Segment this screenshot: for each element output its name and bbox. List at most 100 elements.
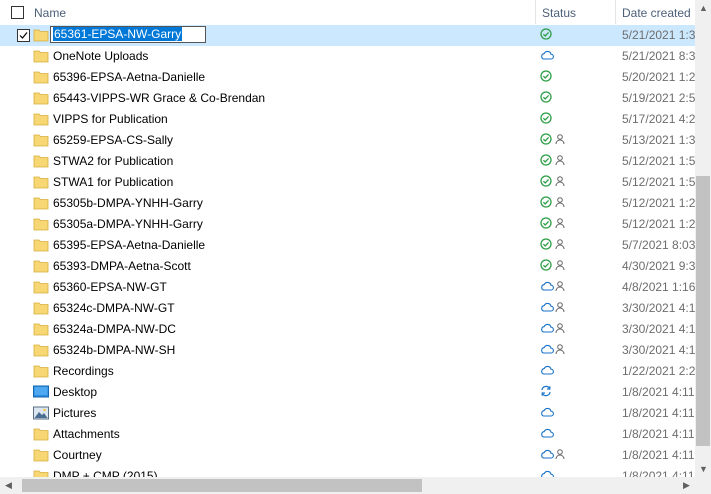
date-created: 5/12/2021 1:22 — [622, 196, 695, 210]
file-name: STWA1 for Publication — [53, 175, 174, 189]
shared-person-icon — [555, 301, 565, 316]
file-row[interactable]: 65259-EPSA-CS-Sally 5/13/2021 1:30 — [0, 130, 695, 151]
folder-icon — [33, 133, 49, 147]
scroll-down-arrow-icon[interactable]: ▼ — [699, 465, 708, 474]
file-name: Attachments — [53, 427, 120, 441]
shared-person-icon — [555, 343, 565, 358]
date-created: 3/30/2021 4:19 — [622, 343, 695, 357]
file-row[interactable]: OneNote Uploads 5/21/2021 8:35 — [0, 46, 695, 67]
row-checkbox[interactable] — [17, 29, 30, 42]
cloud-icon — [540, 280, 554, 295]
column-name-header[interactable]: Name — [34, 6, 66, 20]
date-created: 5/19/2021 2:51 — [622, 91, 695, 105]
file-name: 65324a-DMPA-NW-DC — [53, 322, 176, 336]
rename-selected-text: 65361-EPSA-NW-Garry — [53, 27, 183, 41]
file-row[interactable]: 65324b-DMPA-NW-SH 3/30/2021 4:19 — [0, 340, 695, 361]
synced-check-icon — [540, 154, 552, 169]
file-name: OneNote Uploads — [53, 49, 149, 63]
synced-check-icon — [540, 28, 552, 43]
scroll-right-arrow-icon[interactable]: ▶ — [683, 481, 690, 490]
date-created: 4/8/2021 1:16 — [622, 280, 695, 294]
folder-icon — [33, 112, 49, 126]
shared-person-icon — [555, 196, 565, 211]
column-divider[interactable] — [615, 0, 616, 24]
date-created: 1/8/2021 4:11 — [622, 448, 695, 462]
date-created: 1/22/2021 2:24 — [622, 364, 695, 378]
file-name: Recordings — [53, 364, 114, 378]
file-row[interactable]: STWA1 for Publication 5/12/2021 1:55 — [0, 172, 695, 193]
date-created: 5/13/2021 1:30 — [622, 133, 695, 147]
folder-icon — [33, 196, 49, 210]
folder-icon — [33, 28, 49, 42]
file-row[interactable]: 65393-DMPA-Aetna-Scott 4/30/2021 9:32 — [0, 256, 695, 277]
file-row[interactable]: Attachments 1/8/2021 4:11 — [0, 424, 695, 445]
folder-icon — [33, 175, 49, 189]
file-row[interactable]: 65305b-DMPA-YNHH-Garry 5/12/2021 1:22 — [0, 193, 695, 214]
vertical-scroll-thumb[interactable] — [696, 176, 710, 446]
file-row[interactable]: Pictures 1/8/2021 4:11 — [0, 403, 695, 424]
file-name: 65259-EPSA-CS-Sally — [53, 133, 174, 147]
file-name: Pictures — [53, 406, 97, 420]
file-row[interactable]: 65361-EPSA-NW-Garry 5/21/2021 1:34 — [0, 25, 695, 46]
file-row[interactable]: 65360-EPSA-NW-GT 4/8/2021 1:16 — [0, 277, 695, 298]
file-name: STWA2 for Publication — [53, 154, 174, 168]
shared-person-icon — [555, 448, 565, 463]
date-created: 3/30/2021 4:19 — [622, 322, 695, 336]
column-divider[interactable] — [535, 0, 536, 24]
date-created: 5/7/2021 8:03 — [622, 238, 695, 252]
file-row[interactable]: 65396-EPSA-Aetna-Danielle 5/20/2021 1:20 — [0, 67, 695, 88]
file-row[interactable]: DMP + CMP (2015) 1/8/2021 4:11 — [0, 466, 695, 477]
synced-check-icon — [540, 238, 552, 253]
rename-input[interactable]: 65361-EPSA-NW-Garry — [50, 26, 206, 43]
file-row[interactable]: 65305a-DMPA-YNHH-Garry 5/12/2021 1:22 — [0, 214, 695, 235]
date-created: 5/12/2021 1:22 — [622, 217, 695, 231]
shared-person-icon — [555, 154, 565, 169]
synced-check-icon — [540, 70, 552, 85]
file-row[interactable]: Recordings 1/22/2021 2:24 — [0, 361, 695, 382]
synced-check-icon — [540, 112, 552, 127]
cloud-icon — [540, 406, 554, 421]
column-status-header[interactable]: Status — [542, 6, 576, 20]
folder-icon — [33, 259, 49, 273]
sync-arrows-icon — [540, 385, 552, 400]
shared-person-icon — [555, 175, 565, 190]
synced-check-icon — [540, 133, 552, 148]
file-row[interactable]: 65324a-DMPA-NW-DC 3/30/2021 4:19 — [0, 319, 695, 340]
shared-person-icon — [555, 259, 565, 274]
folder-icon — [33, 448, 49, 462]
shared-person-icon — [555, 322, 565, 337]
date-created: 5/21/2021 8:35 — [622, 49, 695, 63]
synced-check-icon — [540, 91, 552, 106]
cloud-icon — [540, 322, 554, 337]
shared-person-icon — [555, 280, 565, 295]
select-all-checkbox[interactable] — [11, 6, 24, 19]
file-row[interactable]: Courtney 1/8/2021 4:11 — [0, 445, 695, 466]
file-name: 65396-EPSA-Aetna-Danielle — [53, 70, 206, 84]
cloud-icon — [540, 49, 554, 64]
column-date-created-header[interactable]: Date created — [622, 6, 691, 20]
file-row[interactable]: 65395-EPSA-Aetna-Danielle 5/7/2021 8:03 — [0, 235, 695, 256]
desktop-icon — [33, 385, 49, 399]
file-name: DMP + CMP (2015) — [53, 469, 158, 477]
scroll-left-arrow-icon[interactable]: ◀ — [5, 481, 12, 490]
file-name: 65395-EPSA-Aetna-Danielle — [53, 238, 206, 252]
file-row[interactable]: 65443-VIPPS-WR Grace & Co-Brendan 5/19/20… — [0, 88, 695, 109]
date-created: 1/8/2021 4:11 — [622, 427, 695, 441]
horizontal-scroll-thumb[interactable] — [22, 479, 422, 492]
synced-check-icon — [540, 196, 552, 211]
cloud-icon — [540, 427, 554, 442]
file-row[interactable]: VIPPS for Publication 5/17/2021 4:22 — [0, 109, 695, 130]
date-created: 1/8/2021 4:11 — [622, 385, 695, 399]
folder-icon — [33, 322, 49, 336]
cloud-icon — [540, 364, 554, 379]
folder-icon — [33, 91, 49, 105]
date-created: 3/30/2021 4:19 — [622, 301, 695, 315]
cloud-icon — [540, 301, 554, 316]
file-row[interactable]: STWA2 for Publication 5/12/2021 1:55 — [0, 151, 695, 172]
file-name: 65305a-DMPA-YNHH-Garry — [53, 217, 203, 231]
file-name: 65393-DMPA-Aetna-Scott — [53, 259, 191, 273]
file-row[interactable]: 65324c-DMPA-NW-GT 3/30/2021 4:19 — [0, 298, 695, 319]
file-row[interactable]: Desktop 1/8/2021 4:11 — [0, 382, 695, 403]
cloud-icon — [540, 469, 554, 477]
scroll-up-arrow-icon[interactable]: ▲ — [699, 4, 708, 13]
